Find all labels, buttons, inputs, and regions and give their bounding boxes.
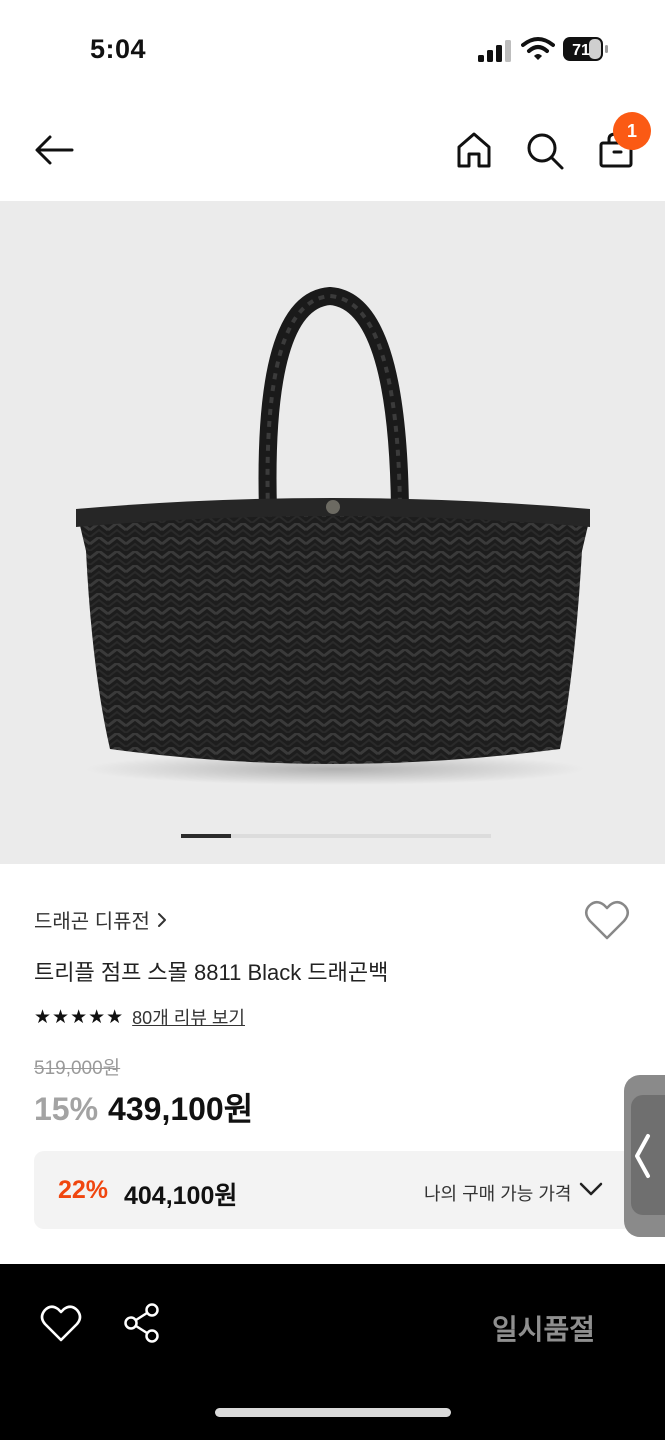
discount-rate: 15% xyxy=(34,1091,99,1127)
cellular-signal-icon xyxy=(478,40,511,62)
rating-row: ★★★★★ 80개 리뷰 보기 xyxy=(34,1004,245,1030)
chevron-down-icon xyxy=(579,1182,603,1196)
product-title: 트리플 점프 스몰 8811 Black 드래곤백 xyxy=(34,960,389,985)
wifi-icon xyxy=(521,37,555,60)
product-image[interactable] xyxy=(0,201,665,864)
battery-level: 71 xyxy=(572,42,590,59)
status-time: 5:04 xyxy=(90,34,147,64)
sale-price: 439,100원 xyxy=(108,1091,254,1127)
my-price-label: 나의 구매 가능 가격 xyxy=(424,1184,572,1204)
status-bar: 5:04 71 xyxy=(0,0,665,100)
original-price: 519,000원 xyxy=(34,1058,121,1079)
wishlist-heart-icon[interactable] xyxy=(584,899,630,941)
image-carousel-indicator xyxy=(181,834,491,838)
top-navigation xyxy=(0,100,665,201)
my-price-dropdown[interactable]: 22% 404,100원 나의 구매 가능 가격 xyxy=(34,1151,640,1229)
brand-name: 드래곤 디퓨전 xyxy=(34,911,150,933)
soldout-label: 일시품절 xyxy=(492,1314,596,1345)
chevron-right-icon xyxy=(157,912,166,927)
my-discount-rate: 22% xyxy=(58,1176,109,1204)
bottom-action-bar: 일시품절 xyxy=(0,1264,665,1440)
rating-stars: ★★★★★ xyxy=(34,1006,125,1028)
back-arrow-icon[interactable] xyxy=(32,128,76,172)
price-row: 15% 439,100원 xyxy=(34,1084,253,1130)
heart-icon[interactable] xyxy=(40,1304,82,1344)
carousel-active-dot xyxy=(181,834,231,838)
home-icon[interactable] xyxy=(452,128,496,172)
cart-count-badge: 1 xyxy=(613,112,651,150)
my-price: 404,100원 xyxy=(124,1182,238,1210)
side-panel-handle[interactable] xyxy=(624,1075,665,1237)
search-icon[interactable] xyxy=(522,128,566,172)
chevron-left-icon xyxy=(635,1134,650,1178)
battery-icon: 71 xyxy=(563,37,608,61)
review-link[interactable]: 80개 리뷰 보기 xyxy=(132,1004,245,1030)
share-icon[interactable] xyxy=(122,1302,162,1344)
brand-link[interactable]: 드래곤 디퓨전 xyxy=(34,905,168,934)
home-indicator xyxy=(215,1408,451,1417)
woven-basket-bag-image xyxy=(76,286,590,785)
